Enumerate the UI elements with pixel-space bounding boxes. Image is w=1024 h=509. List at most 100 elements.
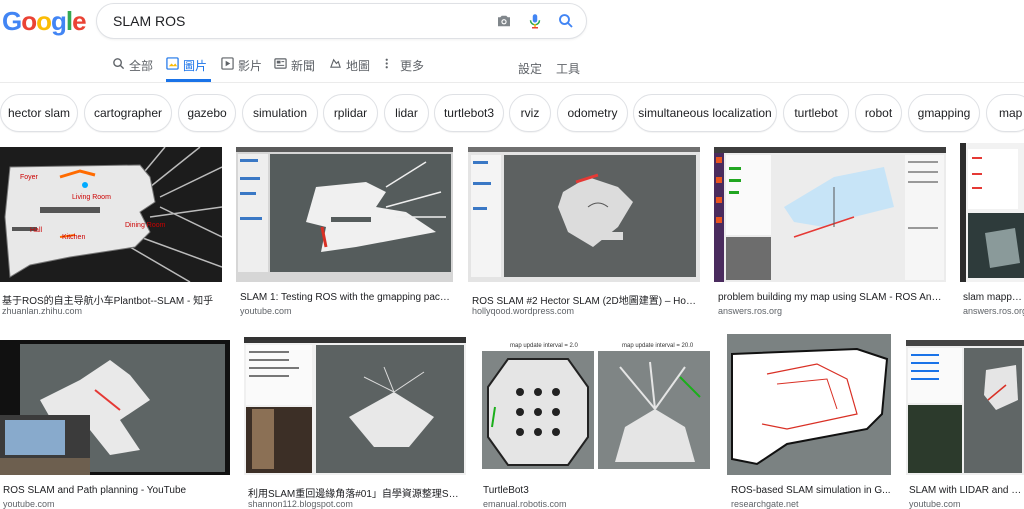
tab-label: 地圖 (346, 59, 371, 73)
map-thumbnail: Foyer Living Room Hall Kitchen Dining Ro… (4, 147, 222, 282)
map-label: Kitchen (62, 234, 85, 241)
rviz-thumbnail (0, 340, 230, 475)
chip[interactable]: hector slam (0, 94, 78, 132)
tab-label: 新聞 (291, 59, 316, 73)
image-result[interactable]: 利用SLAM重回邊緣角落#01」自學資源整理SLA... shannon112.… (244, 337, 466, 509)
chip[interactable]: gmapping (908, 94, 980, 132)
tools-link[interactable]: 工具 (556, 60, 580, 77)
rviz-thumbnail (960, 143, 1024, 282)
video-icon (221, 57, 234, 70)
logo-letter: o (21, 6, 37, 36)
map-label: Foyer (20, 174, 39, 181)
logo-letter: e (72, 6, 87, 36)
image-result[interactable]: ROS SLAM and Path planning - YouTube you… (0, 337, 230, 509)
tab-news[interactable]: 新聞 (274, 57, 315, 82)
map-label: Living Room (72, 194, 111, 201)
image-icon (166, 57, 179, 70)
search-icon (113, 58, 125, 70)
tab-label: 影片 (238, 59, 263, 73)
news-icon (274, 58, 287, 69)
result-title[interactable]: SLAM with LIDAR and whe (909, 485, 1024, 496)
map-comparison-thumbnail: map update interval = 2.0 map update int… (480, 337, 712, 471)
result-title[interactable]: ROS SLAM #2 Hector SLAM (2D地圖建置) – Holly… (472, 292, 698, 307)
search-tabs: 全部 圖片 影片 新聞 地圖 更多 設定 工具 (0, 48, 1024, 82)
result-title[interactable]: ROS-based SLAM simulation in G... (731, 485, 891, 496)
result-title[interactable]: 利用SLAM重回邊緣角落#01」自學資源整理SLA... (248, 485, 464, 500)
image-result[interactable]: ROS SLAM #2 Hector SLAM (2D地圖建置) – Holly… (468, 147, 700, 317)
result-source[interactable]: answers.ros.org (718, 306, 944, 316)
microphone-icon[interactable] (526, 12, 544, 30)
rviz-thumbnail (906, 340, 1024, 475)
map-caption: map update interval = 2.0 (510, 343, 579, 349)
result-source[interactable]: youtube.com (240, 306, 452, 316)
map-label: Hall (30, 227, 43, 234)
tab-label: 更多 (400, 59, 425, 73)
result-title[interactable]: slam mapping (963, 292, 1024, 303)
header-divider (0, 82, 1024, 83)
image-result[interactable]: Foyer Living Room Hall Kitchen Dining Ro… (0, 147, 222, 317)
chip[interactable]: simulation (242, 94, 318, 132)
result-thumbnail[interactable] (468, 147, 700, 282)
rviz-thumbnail (236, 147, 453, 282)
chip[interactable]: robot (855, 94, 902, 132)
result-thumbnail[interactable]: map update interval = 2.0 map update int… (480, 337, 712, 471)
tab-maps[interactable]: 地圖 (329, 57, 370, 82)
chip[interactable]: map (986, 94, 1024, 132)
map-thumbnail (727, 334, 891, 475)
chip[interactable]: cartographer (84, 94, 172, 132)
result-thumbnail[interactable]: Foyer Living Room Hall Kitchen Dining Ro… (0, 147, 222, 282)
chip[interactable]: simultaneous localization (633, 94, 777, 132)
result-thumbnail[interactable] (906, 340, 1024, 475)
chip[interactable]: lidar (384, 94, 429, 132)
chip[interactable]: turtlebot3 (434, 94, 504, 132)
map-label: Dining Room (125, 222, 166, 229)
chip[interactable]: odometry (557, 94, 628, 132)
rviz-thumbnail (468, 147, 700, 282)
tab-images[interactable]: 圖片 (166, 57, 211, 82)
chip[interactable]: rviz (509, 94, 551, 132)
result-title[interactable]: problem building my map using SLAM - ROS… (718, 292, 944, 303)
chip[interactable]: gazebo (178, 94, 236, 132)
image-result[interactable]: map update interval = 2.0 map update int… (480, 337, 712, 509)
result-title[interactable]: TurtleBot3 (483, 485, 709, 496)
result-source[interactable]: answers.ros.org (963, 306, 1024, 316)
result-title[interactable]: ROS SLAM and Path planning - YouTube (3, 485, 228, 496)
camera-icon[interactable] (495, 12, 513, 30)
image-result[interactable]: ROS-based SLAM simulation in G... resear… (727, 334, 891, 509)
result-source[interactable]: hollyqood.wordpress.com (472, 306, 698, 316)
result-title[interactable]: 基于ROS的自主导航小车Plantbot--SLAM - 知乎 (2, 292, 217, 307)
logo-letter: G (2, 6, 22, 36)
result-title[interactable]: SLAM 1: Testing ROS with the gmapping pa… (240, 292, 452, 303)
settings-link[interactable]: 設定 (518, 60, 542, 77)
tab-videos[interactable]: 影片 (221, 57, 262, 82)
logo-letter: g (51, 6, 67, 36)
tab-label: 圖片 (183, 59, 208, 73)
result-thumbnail[interactable] (244, 337, 466, 475)
related-searches: hector slam cartographer gazebo simulati… (0, 94, 1024, 134)
logo-letter: o (36, 6, 52, 36)
google-logo[interactable]: Google (2, 6, 87, 36)
image-result[interactable]: SLAM with LIDAR and whe youtube.com (906, 337, 1024, 509)
chip[interactable]: rplidar (323, 94, 378, 132)
result-thumbnail[interactable] (0, 340, 230, 475)
result-thumbnail[interactable] (727, 334, 891, 475)
image-result[interactable]: slam mapping answers.ros.org (960, 143, 1024, 317)
rviz-thumbnail (244, 337, 466, 475)
more-vert-icon (385, 58, 388, 69)
tab-label: 全部 (129, 59, 154, 73)
search-box[interactable] (96, 3, 587, 39)
tab-more[interactable]: 更多 (383, 57, 424, 82)
result-thumbnail[interactable] (236, 147, 453, 282)
image-result[interactable]: SLAM 1: Testing ROS with the gmapping pa… (236, 147, 453, 317)
chip[interactable]: turtlebot (783, 94, 849, 132)
search-icon[interactable] (557, 12, 575, 30)
rviz-thumbnail (714, 147, 946, 282)
map-caption: map update interval = 20.0 (622, 343, 694, 349)
result-thumbnail[interactable] (714, 147, 946, 282)
result-thumbnail[interactable] (960, 143, 1024, 282)
image-result[interactable]: problem building my map using SLAM - ROS… (714, 147, 946, 317)
map-pin-icon (330, 58, 341, 68)
result-source[interactable]: zhuanlan.zhihu.com (2, 306, 217, 316)
search-input[interactable] (113, 11, 473, 31)
tab-all[interactable]: 全部 (112, 57, 153, 82)
